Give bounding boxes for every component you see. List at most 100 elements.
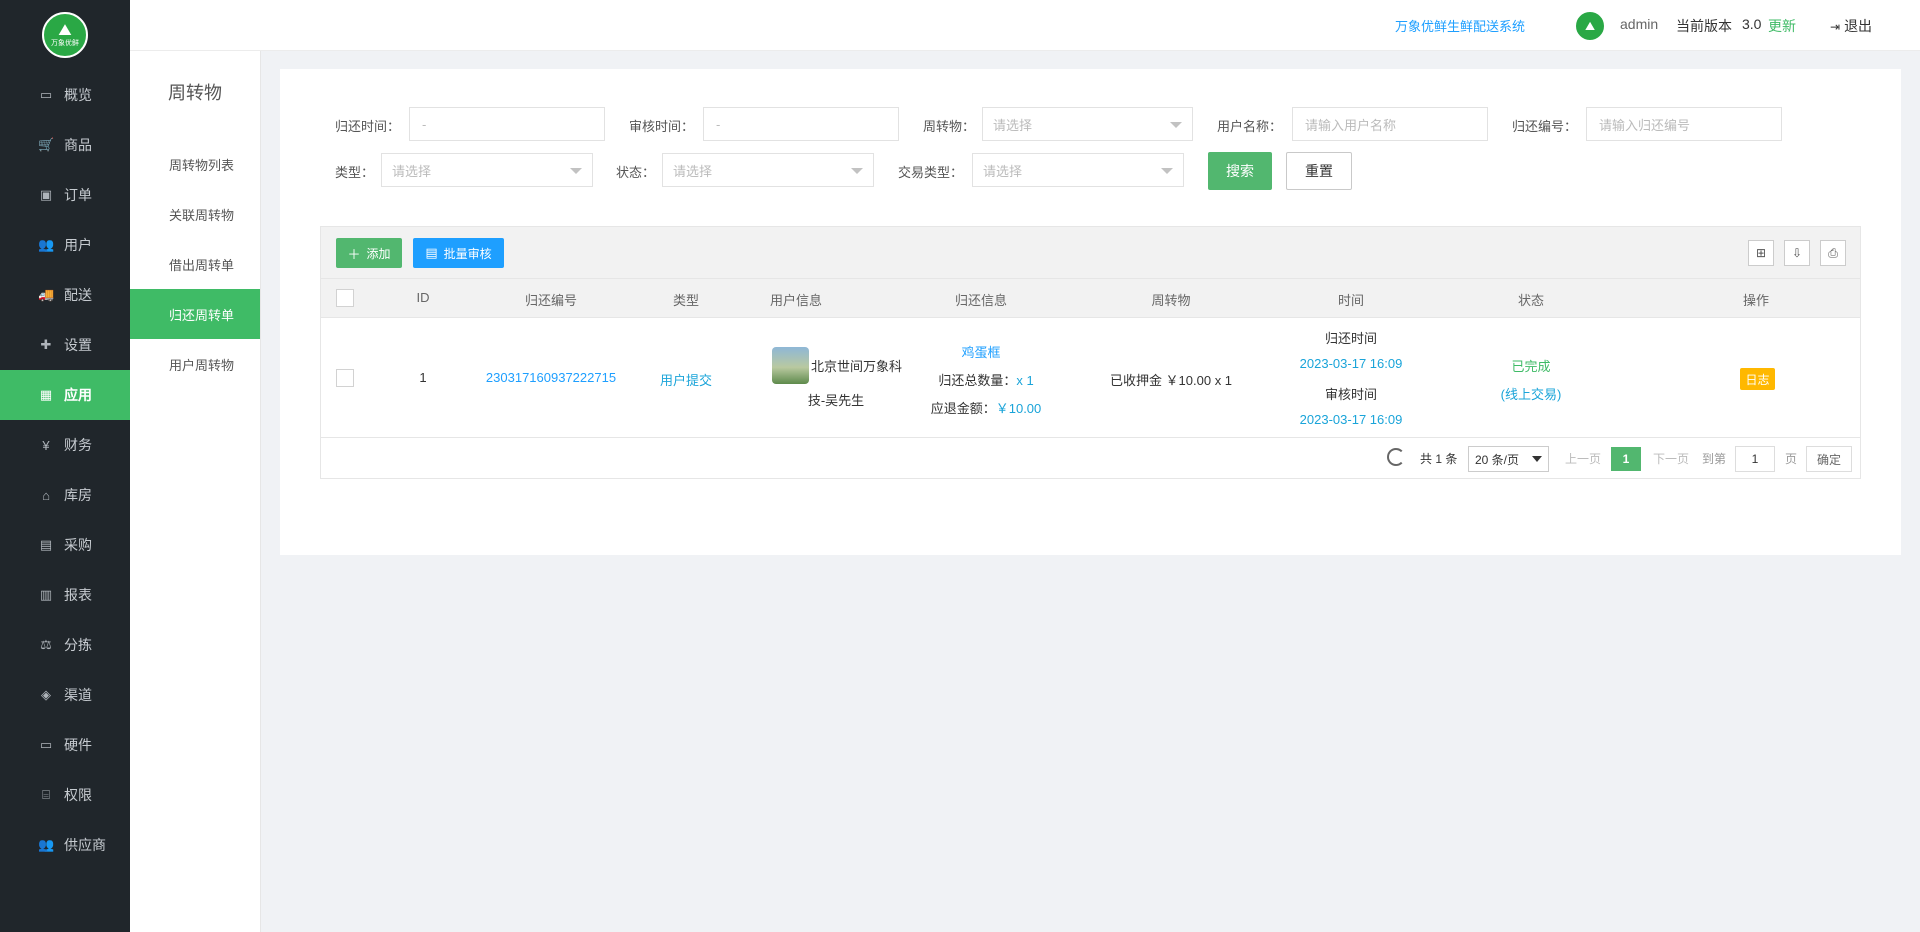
home-icon: ⌂ — [42, 487, 50, 503]
sidebar-item[interactable]: ▥ 报表 — [0, 570, 130, 620]
goto-page-input[interactable]: 1 — [1735, 446, 1775, 472]
col-time: 时间 — [1337, 293, 1364, 308]
col-type: 类型 — [672, 293, 699, 308]
sidebar-item[interactable]: ⌂ 库房 — [0, 470, 130, 520]
batch-audit-button[interactable]: ▤ 批量审核 — [413, 238, 504, 268]
sidebar-item-label: 权限 — [64, 787, 92, 803]
system-name-link[interactable]: 万象优鲜生鲜配送系统 — [1395, 16, 1525, 35]
sidebar-item-label: 库房 — [64, 487, 92, 503]
money-icon: ▣ — [39, 187, 53, 202]
avatar[interactable]: ⛰ — [1575, 11, 1605, 41]
return-time-value: - — [422, 116, 427, 132]
sidebar-item-label: 分拣 — [64, 637, 92, 653]
sidebar-item[interactable]: ✚ 设置 — [0, 320, 130, 370]
sidebar-item[interactable]: ▦ 应用 — [0, 370, 130, 420]
sidebar-item[interactable]: 👥 用户 — [0, 220, 130, 270]
current-page[interactable]: 1 — [1611, 447, 1641, 471]
logo-text: 万象优鲜 — [51, 39, 79, 47]
sidebar-item[interactable]: ⚖ 分拣 — [0, 620, 130, 670]
puzzle-icon: ✚ — [40, 337, 52, 352]
page-unit-label: 页 — [1785, 452, 1798, 466]
sub-nav-item[interactable]: 周转物列表 — [130, 139, 260, 189]
logout-button[interactable]: ⇥ 退出 — [1830, 16, 1872, 36]
status-select[interactable]: 请选择 — [662, 153, 874, 187]
search-button[interactable]: 搜索 — [1208, 152, 1272, 190]
sidebar-item-label: 应用 — [64, 387, 92, 403]
plus-icon: ＋ — [347, 246, 361, 262]
log-button[interactable]: 日志 — [1740, 368, 1775, 390]
sidebar-item-label: 供应商 — [64, 837, 106, 853]
sidebar-item-label: 商品 — [64, 137, 92, 153]
sidebar-item[interactable]: ▤ 采购 — [0, 520, 130, 570]
sidebar-item[interactable]: ◈ 渠道 — [0, 670, 130, 720]
bank-icon: ⌸ — [42, 787, 50, 802]
table-toolbar: ＋ 添加 ▤ 批量审核 ⊞ ⇩ ⎙ — [321, 227, 1860, 279]
col-action: 操作 — [1742, 293, 1769, 308]
audit-time-input[interactable]: - — [703, 107, 899, 141]
columns-filter-icon[interactable]: ⊞ — [1748, 240, 1774, 266]
sidebar-item[interactable]: ▭ 概览 — [0, 70, 130, 120]
update-link[interactable]: 更新 — [1768, 16, 1796, 36]
sub-nav-item[interactable]: 关联周转物 — [130, 189, 260, 239]
page-size-select[interactable]: 20 条/页 — [1468, 446, 1549, 472]
trade-type-select[interactable]: 请选择 — [972, 153, 1184, 187]
row-type: 用户提交 — [659, 373, 712, 388]
sidebar-item[interactable]: ¥ 财务 — [0, 420, 130, 470]
sidebar-item[interactable]: 👥 供应商 — [0, 820, 130, 870]
logout-label: 退出 — [1844, 18, 1873, 34]
return-no-input[interactable]: 请输入归还编号 — [1586, 107, 1782, 141]
row-checkbox[interactable] — [336, 369, 354, 387]
select-all-checkbox[interactable] — [336, 289, 354, 307]
row-id: 1 — [419, 370, 427, 385]
prev-page-button[interactable]: 上一页 — [1565, 450, 1601, 467]
reset-button[interactable]: 重置 — [1286, 152, 1352, 190]
sub-nav-item[interactable]: 借出周转单 — [130, 239, 260, 289]
sidebar-item[interactable]: 🛒 商品 — [0, 120, 130, 170]
main-nav: ▭ 概览 🛒 商品 ▣ 订单 👥 用户 🚚 配送 ✚ 设置 ▦ 应用 ¥ 财务 ⌂ 库房 ▤ 采购 ▥ 报表 ⚖ 分拣 ◈ 渠道 ▭… — [0, 70, 130, 870]
return-table: ＋ 添加 ▤ 批量审核 ⊞ ⇩ ⎙ ID 归还编号 类型 用户信息 归还信息 周转物… — [320, 226, 1861, 479]
return-time-input[interactable]: - — [409, 107, 605, 141]
add-button[interactable]: ＋ 添加 — [336, 238, 402, 268]
return-no-label: 归还编号： — [1512, 119, 1578, 134]
logo[interactable]: ⛰ 万象优鲜 — [0, 0, 130, 70]
username[interactable]: admin — [1620, 16, 1658, 32]
sidebar-item[interactable]: 🚚 配送 — [0, 270, 130, 320]
goto-confirm-button[interactable]: 确定 — [1806, 446, 1852, 472]
scale-icon: ⚖ — [40, 637, 52, 652]
next-page-button[interactable]: 下一页 — [1653, 450, 1689, 467]
sidebar-item[interactable]: ▣ 订单 — [0, 170, 130, 220]
version-number: 3.0 — [1742, 16, 1762, 32]
row-audit-time: 2023-03-17 16:09 — [1299, 412, 1403, 427]
row-return-time: 2023-03-17 16:09 — [1299, 356, 1403, 371]
row-user-line2: 技-吴先生 — [807, 393, 865, 408]
export-icon[interactable]: ⇩ — [1784, 240, 1810, 266]
chevron-down-icon — [1170, 122, 1182, 128]
refresh-icon[interactable] — [1387, 448, 1405, 466]
return-time-label: 归还时间： — [335, 119, 401, 134]
col-user-info: 用户信息 — [769, 293, 822, 308]
user-name-input[interactable]: 请输入用户名称 — [1292, 107, 1488, 141]
sub-nav-item[interactable]: 归还周转单 — [130, 289, 260, 339]
monitor-icon: ▭ — [39, 87, 53, 102]
type-select[interactable]: 请选择 — [381, 153, 593, 187]
type-placeholder: 请选择 — [392, 163, 432, 179]
col-return-info: 归还信息 — [954, 293, 1007, 308]
sidebar-item[interactable]: ⌸ 权限 — [0, 770, 130, 820]
total-count: 共 1 条 — [1420, 452, 1458, 466]
sub-nav-item[interactable]: 用户周转物 — [130, 339, 260, 389]
main-sidebar: ⛰ 万象优鲜 ▭ 概览 🛒 商品 ▣ 订单 👥 用户 🚚 配送 ✚ 设置 ▦ 应用 ¥ 财务 ⌂ 库房 ▤ 采购 ▥ 报表… — [0, 0, 130, 932]
sub-sidebar-title: 周转物 — [168, 83, 222, 103]
row-qty-value: x 1 — [1016, 373, 1034, 388]
sidebar-item[interactable]: ▭ 硬件 — [0, 720, 130, 770]
top-header: 万象优鲜生鲜配送系统 ⛰ admin 当前版本 3.0 更新 ⇥ 退出 — [130, 0, 1920, 51]
logo-mountain-icon: ⛰ — [58, 21, 72, 39]
row-return-time-label: 归还时间 — [1324, 331, 1377, 346]
sidebar-item-label: 订单 — [64, 187, 92, 203]
row-trade-type: (线上交易) — [1500, 387, 1562, 402]
row-item-name-link[interactable]: 鸡蛋框 — [921, 342, 1041, 361]
row-return-no-link[interactable]: 230317160937222715 — [471, 370, 631, 385]
item-select[interactable]: 请选择 — [982, 107, 1193, 141]
print-icon[interactable]: ⎙ — [1820, 240, 1846, 266]
sub-sidebar: 周转物 周转物列表 关联周转物 借出周转单 归还周转单 用户周转物 — [130, 51, 261, 932]
sub-nav: 周转物列表 关联周转物 借出周转单 归还周转单 用户周转物 — [130, 139, 260, 389]
